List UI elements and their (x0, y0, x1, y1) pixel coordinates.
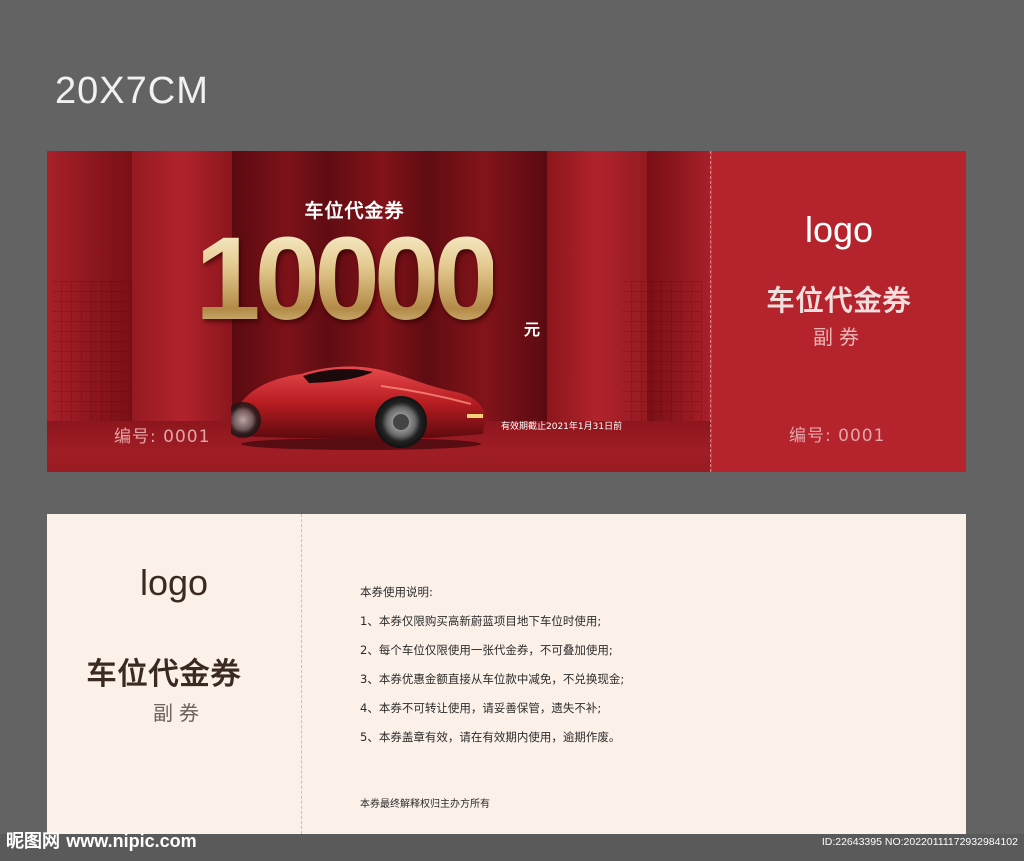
instruction-item: 5、本券盖章有效，请在有效期内使用，逾期作废。 (360, 730, 621, 744)
perforation-line (301, 514, 302, 834)
stub-serial: 编号: 0001 (789, 426, 886, 446)
stub-subtitle: 副券 (153, 701, 205, 725)
voucher-front-main: 车位代金券 10000 元 编号: 0001 有效期截止2021年1月31日前 (47, 151, 711, 472)
voucher-unit: 元 (524, 320, 541, 339)
sports-car-image (231, 366, 486, 450)
voucher-front: 车位代金券 10000 元 编号: 0001 有效期截止2021年1月31日前 … (47, 151, 966, 472)
usage-instructions: 本券使用说明: 1、本券仅限购买高新蔚蓝项目地下车位时使用; 2、每个车位仅限使… (360, 584, 624, 758)
voucher-front-stub: logo 车位代金券 副券 编号: 0001 (712, 151, 966, 472)
watermark-brand-name: 昵图网 (6, 831, 60, 852)
instruction-item: 1、本券仅限购买高新蔚蓝项目地下车位时使用; (360, 614, 602, 628)
watermark-site: www.nipic.com (66, 831, 197, 851)
footer-note: 本券最终解释权归主办方所有 (360, 799, 490, 810)
instruction-item: 3、本券优惠金额直接从车位款中减免，不兑换现金; (360, 672, 625, 686)
lattice-decoration (622, 281, 702, 421)
stub-subtitle: 副券 (813, 325, 865, 349)
watermark-brand: 昵图网 www.nipic.com (6, 827, 197, 853)
perforation-line (710, 151, 711, 472)
logo-placeholder: logo (804, 209, 874, 250)
stub-title: 车位代金券 (86, 657, 242, 692)
voucher-back: logo 车位代金券 副券 本券使用说明: 1、本券仅限购买高新蔚蓝项目地下车位… (47, 514, 966, 834)
logo-placeholder: logo (139, 562, 209, 603)
lattice-decoration (52, 281, 132, 421)
watermark-id: ID:22643395 NO:20220111172932984102 (821, 836, 1018, 848)
voucher-serial: 编号: 0001 (114, 427, 211, 447)
size-label: 20X7CM (55, 70, 209, 112)
instruction-item: 4、本券不可转让使用，请妥善保管，遗失不补; (360, 701, 602, 715)
instructions-heading: 本券使用说明: (360, 585, 433, 599)
voucher-amount: 10000 (195, 213, 499, 345)
validity-date: 有效期截止2021年1月31日前 (501, 422, 623, 432)
stub-title: 车位代金券 (766, 284, 912, 317)
instruction-item: 2、每个车位仅限使用一张代金券，不可叠加使用; (360, 643, 613, 657)
